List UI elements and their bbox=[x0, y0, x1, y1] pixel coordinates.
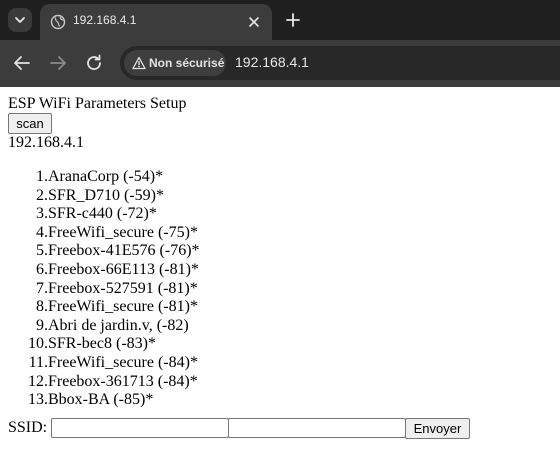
browser-toolbar: Non sécurisé 192.168.4.1 bbox=[0, 40, 560, 87]
password-input[interactable] bbox=[228, 418, 406, 438]
network-name: FreeWifi_secure (-81)* bbox=[48, 298, 198, 316]
warning-icon bbox=[132, 56, 146, 70]
network-name: Freebox-361713 (-84)* bbox=[48, 372, 198, 390]
network-name: FreeWifi_secure (-75)* bbox=[48, 223, 198, 241]
list-item: 1. AranaCorp (-54)* bbox=[36, 168, 164, 185]
tab-search-button[interactable] bbox=[8, 8, 32, 32]
list-item: 2. SFR_D710 (-59)* bbox=[36, 186, 165, 204]
address-bar[interactable]: Non sécurisé 192.168.4.1 bbox=[120, 46, 560, 80]
list-item: 6. Freebox-66E113 (-81)* bbox=[36, 260, 199, 278]
plus-icon[interactable] bbox=[283, 10, 303, 30]
list-item: 7. Freebox-527591 (-81)* bbox=[36, 279, 198, 297]
tab-title: 192.168.4.1 bbox=[73, 13, 137, 27]
list-item: 4. FreeWifi_secure (-75)* bbox=[36, 223, 198, 241]
list-item: 8. FreeWifi_secure (-81)* bbox=[36, 298, 198, 316]
close-icon[interactable] bbox=[246, 14, 262, 30]
security-label: Non sécurisé bbox=[149, 56, 225, 70]
network-name: FreeWifi_secure (-84)* bbox=[48, 353, 198, 371]
ssid-input[interactable] bbox=[51, 418, 229, 438]
send-button[interactable]: Envoyer bbox=[405, 418, 470, 439]
list-item: 5. Freebox-41E576 (-76)* bbox=[36, 242, 200, 260]
list-item: 3. SFR-c440 (-72)* bbox=[36, 205, 157, 223]
network-name: SFR_D710 (-59)* bbox=[48, 186, 165, 204]
back-arrow-icon[interactable] bbox=[10, 51, 34, 75]
network-name: AranaCorp (-54)* bbox=[48, 168, 164, 185]
network-list: 1. AranaCorp (-54)* 2. SFR_D710 (-59)* 3. S… bbox=[8, 168, 308, 410]
security-indicator[interactable]: Non sécurisé bbox=[124, 50, 226, 76]
reload-icon[interactable] bbox=[82, 51, 106, 75]
browser-tab[interactable]: 192.168.4.1 bbox=[40, 4, 272, 40]
network-name: Freebox-41E576 (-76)* bbox=[48, 242, 200, 260]
network-name: SFR-bec8 (-83)* bbox=[48, 335, 156, 353]
network-name: Freebox-66E113 (-81)* bbox=[48, 260, 199, 278]
network-name: Abri de jardin.v, (-82) bbox=[48, 316, 189, 334]
ip-address: 192.168.4.1 bbox=[8, 134, 84, 151]
globe-icon bbox=[50, 14, 66, 30]
list-item: 13. Bbox-BA (-85)* bbox=[28, 391, 154, 409]
network-name: Bbox-BA (-85)* bbox=[48, 391, 154, 409]
network-name: SFR-c440 (-72)* bbox=[48, 205, 157, 223]
ssid-label: SSID: bbox=[8, 419, 48, 436]
url-text[interactable]: 192.168.4.1 bbox=[235, 54, 309, 70]
list-item: 10. SFR-bec8 (-83)* bbox=[28, 335, 156, 353]
tab-strip: 192.168.4.1 bbox=[0, 0, 560, 40]
list-item: 11. FreeWifi_secure (-84)* bbox=[28, 353, 198, 371]
page-title: ESP WiFi Parameters Setup bbox=[8, 95, 187, 112]
scan-button[interactable]: scan bbox=[8, 113, 52, 134]
list-item: 12. Freebox-361713 (-84)* bbox=[28, 372, 198, 390]
forward-arrow-icon[interactable] bbox=[46, 51, 70, 75]
network-name: Freebox-527591 (-81)* bbox=[48, 279, 198, 297]
list-item: 9. Abri de jardin.v, (-82) bbox=[36, 316, 189, 334]
chevron-down-icon bbox=[15, 17, 25, 23]
